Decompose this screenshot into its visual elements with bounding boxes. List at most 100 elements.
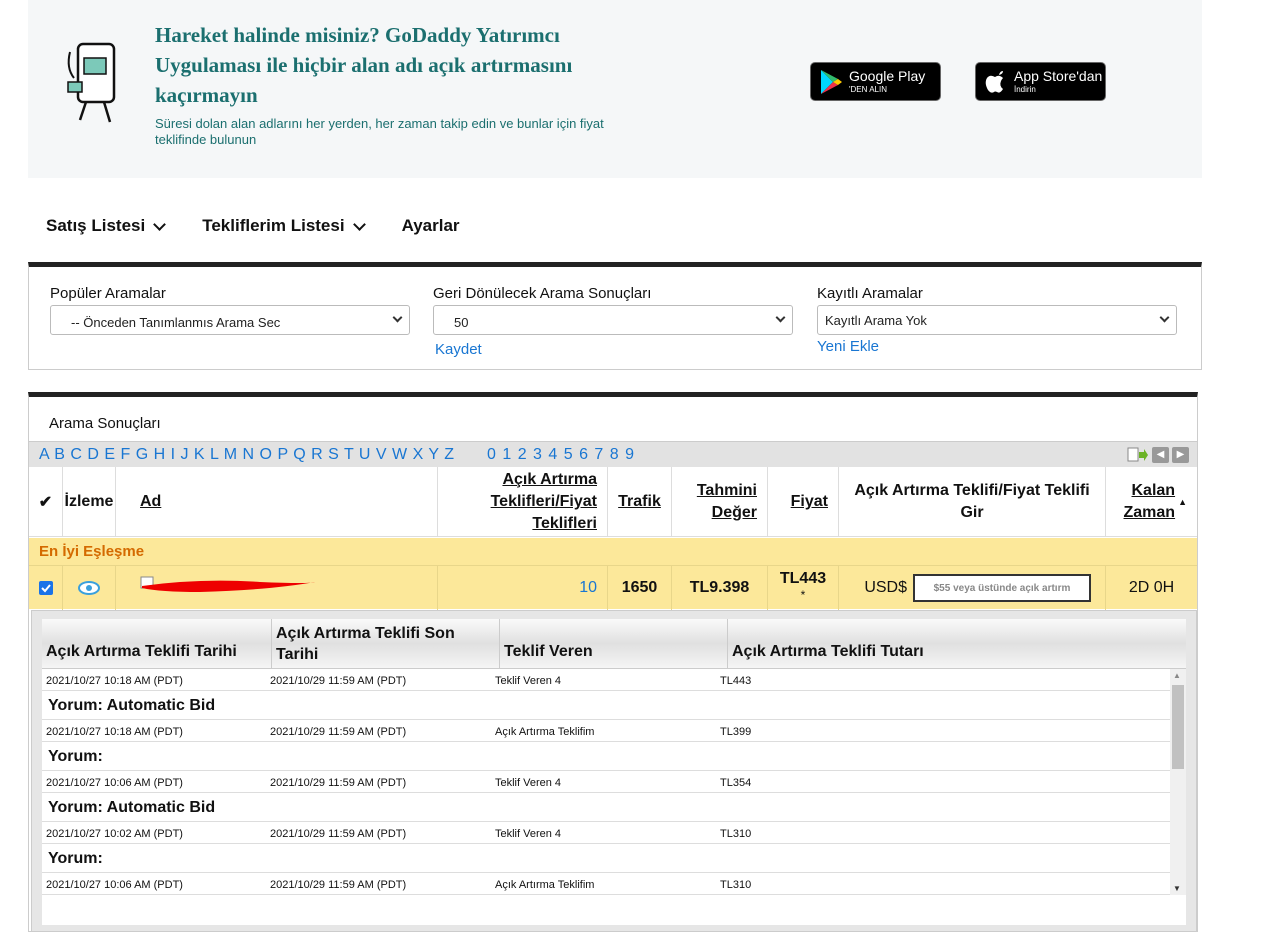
nav-settings-label: Ayarlar: [401, 216, 460, 235]
results-count-select[interactable]: 50: [433, 305, 793, 335]
phone-illustration-icon: [67, 42, 116, 123]
bid-comment: Yorum:: [42, 742, 1170, 771]
bid-entry-cell: USD$ $55 veya üstünde açık artırm: [839, 566, 1106, 610]
number-filter-links[interactable]: 0 1 2 3 4 5 6 7 8 9: [487, 446, 635, 464]
list-item: 2021/10/27 10:18 AM (PDT) 2021/10/29 11:5…: [42, 669, 1170, 720]
bid-comment: Yorum:: [42, 844, 1170, 873]
scroll-up-icon[interactable]: ▲: [1173, 671, 1181, 680]
bid-end-date: 2021/10/29 11:59 AM (PDT): [270, 675, 407, 687]
bid-end-date: 2021/10/29 11:59 AM (PDT): [270, 879, 407, 891]
export-icon[interactable]: [1127, 447, 1149, 463]
bidder: Teklif Veren 4: [495, 828, 562, 840]
add-new-link[interactable]: Yeni Ekle: [817, 338, 879, 355]
bid-amount: TL310: [720, 879, 752, 891]
bid-date: 2021/10/27 10:18 AM (PDT): [46, 726, 183, 738]
bid-date-header: Açık Artırma Teklifi Tarihi: [42, 619, 272, 669]
bidder: Açık Artırma Teklifim: [495, 726, 595, 738]
header-name[interactable]: Ad: [116, 467, 438, 537]
bid-amount-header: Açık Artırma Teklifi Tutarı: [732, 642, 924, 660]
results-count-label: Geri Dönülecek Arama Sonuçları: [433, 285, 652, 302]
bidder-header: Teklif Veren: [500, 619, 728, 669]
chevron-down-icon: [153, 217, 167, 231]
bidder: Teklif Veren 4: [495, 675, 562, 687]
price-value: TL443: [779, 570, 827, 587]
domain-name-cell[interactable]: [116, 566, 438, 610]
price-note: *: [800, 588, 806, 602]
watch-toggle[interactable]: [63, 566, 116, 610]
header-estimate-label: Tahmini Değer: [696, 482, 757, 521]
app-promo-banner: Hareket halinde misiniz? GoDaddy Yatırım…: [28, 0, 1202, 178]
search-results-panel: Arama Sonuçları A B C D E F G H I J K L …: [28, 392, 1198, 932]
bids-count-link[interactable]: 10: [438, 566, 608, 610]
bid-date: 2021/10/27 10:06 AM (PDT): [46, 879, 183, 891]
alphabet-filter-bar: A B C D E F G H I J K L M N O P Q R S T …: [29, 441, 1197, 467]
bidder: Açık Artırma Teklifim: [495, 879, 595, 891]
save-link[interactable]: Kaydet: [435, 341, 482, 358]
time-left-value: 2D 0H: [1128, 579, 1175, 596]
header-traffic[interactable]: Trafik: [608, 467, 672, 537]
bid-end-date: 2021/10/29 11:59 AM (PDT): [270, 828, 407, 840]
header-watch: İzleme: [63, 467, 116, 537]
saved-searches-select[interactable]: Kayıtlı Arama Yok: [817, 305, 1177, 335]
list-item: 2021/10/27 10:18 AM (PDT) 2021/10/29 11:5…: [42, 720, 1170, 771]
table-row: 10 1650 TL9.398 TL443 * USD$ $55 veya üs…: [29, 565, 1197, 610]
bid-date: 2021/10/27 10:18 AM (PDT): [46, 675, 183, 687]
results-title: Arama Sonuçları: [49, 415, 161, 432]
nav-sales-list[interactable]: Satış Listesi: [46, 216, 167, 236]
sort-asc-icon: ▲: [1178, 497, 1187, 507]
bid-end-date: 2021/10/29 11:59 AM (PDT): [270, 777, 407, 789]
header-time-left-label: Kalan Zaman: [1123, 482, 1176, 521]
select-all-checkmark-icon[interactable]: ✔: [29, 467, 63, 537]
header-price[interactable]: Fiyat: [768, 467, 839, 537]
header-price-label: Fiyat: [790, 493, 828, 510]
chevron-down-icon: [352, 217, 366, 231]
main-nav: Satış Listesi Tekliflerim Listesi Ayarla…: [46, 216, 498, 236]
pagination-tools: ◀ ▶: [1127, 447, 1189, 463]
google-play-button[interactable]: Google Play 'DEN ALIN: [810, 62, 941, 101]
scrollbar-thumb[interactable]: [1172, 685, 1184, 769]
checkbox-checked-icon: [38, 581, 53, 595]
app-store-button[interactable]: App Store'dan İndirin: [975, 62, 1106, 101]
header-bids[interactable]: Açık Artırma Teklifleri/Fiyat Teklifleri: [438, 467, 608, 537]
next-page-button[interactable]: ▶: [1172, 447, 1189, 463]
google-play-icon: [821, 69, 842, 94]
popular-searches-value: -- Önceden Tanımlanmıs Arama Sec: [71, 315, 281, 330]
header-bids-label: Açık Artırma Teklifleri/Fiyat Teklifleri: [490, 471, 597, 532]
traffic-value: 1650: [608, 566, 672, 610]
apple-icon: [985, 70, 1003, 93]
bid-history-scrollbar[interactable]: ▲ ▼: [1170, 669, 1186, 895]
list-item: 2021/10/27 10:06 AM (PDT) 2021/10/29 11:5…: [42, 873, 1170, 895]
header-estimate[interactable]: Tahmini Değer: [672, 467, 768, 537]
app-store-sublabel: İndirin: [1014, 85, 1036, 94]
best-match-label: En İyi Eşleşme: [29, 538, 1197, 565]
bidder: Teklif Veren 4: [495, 777, 562, 789]
popular-searches-select[interactable]: -- Önceden Tanımlanmıs Arama Sec: [50, 305, 410, 335]
nav-bids-label: Tekliflerim Listesi: [202, 216, 345, 235]
scroll-down-icon[interactable]: ▼: [1173, 884, 1181, 893]
bid-history-header: Açık Artırma Teklifi Tarihi Açık Artırma…: [42, 619, 1186, 669]
letter-filter-links[interactable]: A B C D E F G H I J K L M N O P Q R S T …: [39, 446, 454, 464]
banner-subtitle: Süresi dolan alan adlarını her yerden, h…: [155, 116, 604, 147]
chevron-down-icon: [775, 312, 786, 323]
bid-end-date: 2021/10/29 11:59 AM (PDT): [270, 726, 407, 738]
google-play-label: Google Play: [849, 68, 926, 84]
bid-amount-input[interactable]: $55 veya üstünde açık artırm: [913, 574, 1091, 602]
price-cell: TL443 *: [768, 566, 839, 610]
redacted-domain-scribble: [140, 576, 315, 592]
nav-sales-label: Satış Listesi: [46, 216, 146, 235]
results-table-header: ✔ İzleme Ad Açık Artırma Teklifleri/Fiya…: [29, 467, 1197, 537]
header-time-left[interactable]: Kalan Zaman ▲: [1106, 467, 1197, 537]
bid-amount: TL443: [720, 675, 752, 687]
list-item: 2021/10/27 10:02 AM (PDT) 2021/10/29 11:5…: [42, 822, 1170, 873]
prev-page-button[interactable]: ◀: [1152, 447, 1169, 463]
bid-amount-placeholder: $55 veya üstünde açık artırm: [933, 582, 1071, 594]
header-name-label: Ad: [140, 493, 162, 510]
currency-label: USD$: [864, 579, 907, 596]
list-item: 2021/10/27 10:06 AM (PDT) 2021/10/29 11:5…: [42, 771, 1170, 822]
search-settings-panel: Popüler Aramalar -- Önceden Tanımlanmıs …: [28, 262, 1202, 370]
chevron-down-icon: [392, 312, 403, 323]
row-checkbox[interactable]: [29, 566, 63, 610]
saved-searches-value: Kayıtlı Arama Yok: [825, 313, 927, 328]
nav-my-bids-list[interactable]: Tekliflerim Listesi: [202, 216, 366, 236]
nav-settings[interactable]: Ayarlar: [402, 216, 460, 236]
